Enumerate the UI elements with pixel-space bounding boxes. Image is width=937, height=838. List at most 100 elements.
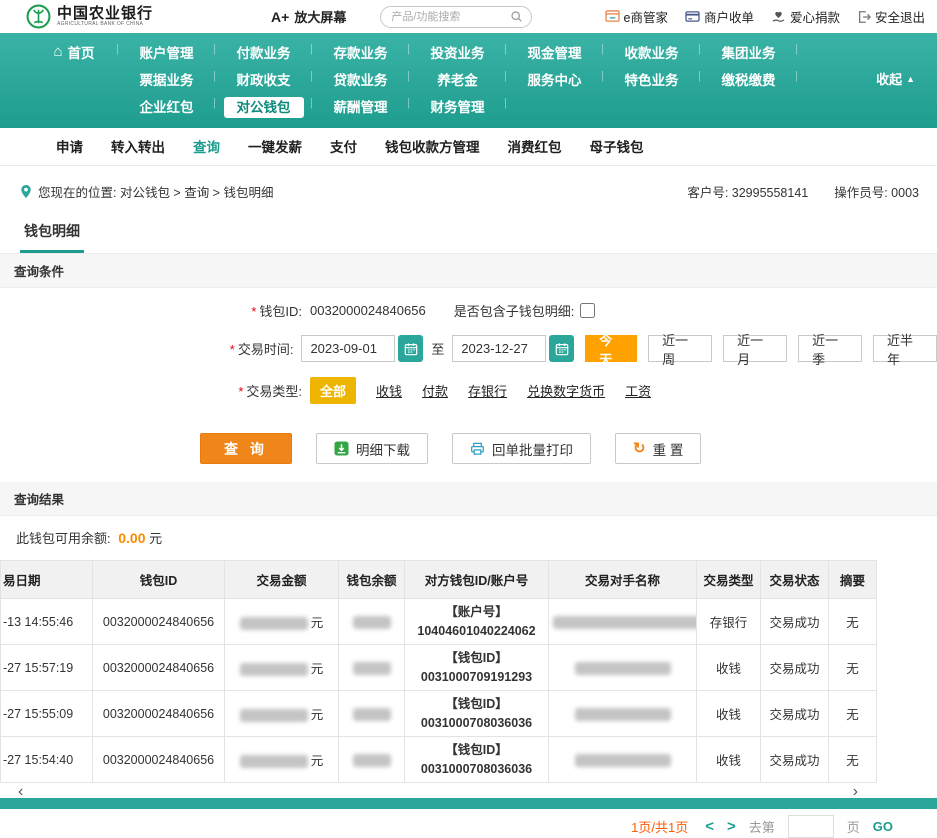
nav-item-deposit[interactable]: 存款业务 xyxy=(312,42,409,62)
nav-item-finance-mgmt[interactable]: 财务管理 xyxy=(409,96,506,116)
logout-link[interactable]: 安全退出 xyxy=(857,7,925,26)
quick-range-week[interactable]: 近一周 xyxy=(648,335,712,362)
col-wallet-balance: 钱包余额 xyxy=(339,561,405,599)
balance-unit: 元 xyxy=(149,531,162,546)
operator-number: 操作员号: 0003 xyxy=(834,182,919,201)
subnav-item-pay[interactable]: 支付 xyxy=(330,136,357,156)
nav-item-loans[interactable]: 贷款业务 xyxy=(312,69,409,89)
type-filter-deposit-bank[interactable]: 存银行 xyxy=(468,381,507,400)
quick-range-today[interactable]: 今天 xyxy=(585,335,637,362)
date-from-input[interactable] xyxy=(301,335,395,362)
type-filter-exchange-digital-currency[interactable]: 兑换数字货币 xyxy=(527,381,605,400)
bank-logo-icon xyxy=(26,4,51,29)
subnav-item-consume-red-packet[interactable]: 消费红包 xyxy=(508,136,562,156)
nav-item-investment[interactable]: 投资业务 xyxy=(409,42,506,62)
cell-type: 收钱 xyxy=(697,737,761,783)
chevron-up-icon: ▲ xyxy=(906,74,915,84)
nav-item-collection[interactable]: 收款业务 xyxy=(603,42,700,62)
type-filter-pay[interactable]: 付款 xyxy=(422,381,448,400)
nav-item-fiscal[interactable]: 财政收支 xyxy=(215,69,312,89)
merchant-acquiring-link[interactable]: 商户收单 xyxy=(685,7,754,26)
bank-logo: 中国农业银行 AGRICULTURAL BANK OF CHINA xyxy=(26,4,153,29)
nav-item-service-center[interactable]: 服务中心 xyxy=(506,69,603,89)
col-transaction-type: 交易类型 xyxy=(697,561,761,599)
merchant-acquiring-icon xyxy=(685,10,700,23)
quick-range-quarter[interactable]: 近一季 xyxy=(798,335,862,362)
donation-link[interactable]: 爱心捐款 xyxy=(771,7,840,26)
logout-label: 安全退出 xyxy=(875,7,925,26)
nav-item-group-business[interactable]: 集团业务 xyxy=(700,42,797,62)
download-icon xyxy=(334,441,349,456)
goto-page-label: 去第 xyxy=(749,817,775,836)
e-manager-link[interactable]: e商管家 xyxy=(605,7,668,26)
wallet-id-label-wrap: *钱包ID: xyxy=(0,301,302,320)
col-amount: 交易金额 xyxy=(225,561,339,599)
nav-item-red-packet[interactable]: 企业红包 xyxy=(118,96,215,116)
zoom-screen-button[interactable]: A+ 放大屏幕 xyxy=(271,7,346,26)
amount-unit: 元 xyxy=(311,662,324,676)
date-to-calendar-button[interactable] xyxy=(549,335,574,362)
nav-item-cash-mgmt[interactable]: 现金管理 xyxy=(506,42,603,62)
cell-summary: 无 xyxy=(829,691,877,737)
cell-amount: 元 xyxy=(225,737,339,783)
type-filter-salary[interactable]: 工资 xyxy=(625,381,651,400)
cell-counterparty-name xyxy=(549,645,697,691)
prev-page-button[interactable]: < xyxy=(705,818,714,835)
cell-amount: 元 xyxy=(225,645,339,691)
detail-download-button[interactable]: 明细下载 xyxy=(316,433,428,464)
type-filter-receive[interactable]: 收钱 xyxy=(376,381,402,400)
include-sub-wallet-checkbox[interactable] xyxy=(580,303,595,318)
search-icon[interactable] xyxy=(510,10,523,26)
nav-item-payment[interactable]: 付款业务 xyxy=(215,42,312,62)
reset-button[interactable]: ↻ 重 置 xyxy=(615,433,701,464)
col-counterparty-id: 对方钱包ID/账户号 xyxy=(405,561,549,599)
nav-item-special[interactable]: 特色业务 xyxy=(603,69,700,89)
home-icon: ⌂ xyxy=(53,44,62,59)
amount-unit: 元 xyxy=(311,616,324,630)
query-form: *钱包ID: 0032000024840656 是否包含子钱包明细: *交易时间… xyxy=(0,288,937,421)
quick-range-half-year[interactable]: 近半年 xyxy=(873,335,937,362)
page-info: 1页/共1页 xyxy=(631,817,688,836)
quick-range-month[interactable]: 近一月 xyxy=(723,335,787,362)
table-row: -27 15:54:40 0032000024840656 元 【钱包ID】00… xyxy=(1,737,877,783)
next-page-button[interactable]: > xyxy=(727,818,736,835)
go-button[interactable]: GO xyxy=(873,819,893,834)
subnav-item-query[interactable]: 查询 xyxy=(193,136,220,156)
nav-item-account-mgmt[interactable]: 账户管理 xyxy=(118,42,215,62)
nav-item-payroll[interactable]: 薪酬管理 xyxy=(312,96,409,116)
cell-status: 交易成功 xyxy=(761,737,829,783)
subnav-item-apply[interactable]: 申请 xyxy=(56,136,83,156)
query-button[interactable]: 查 询 xyxy=(200,433,292,464)
counterparty-id-number: 0031000708036036 xyxy=(409,760,544,779)
redacted-counterparty-name xyxy=(575,708,671,721)
nav-item-bills[interactable]: 票据业务 xyxy=(118,69,215,89)
type-filter-all[interactable]: 全部 xyxy=(310,377,356,404)
required-mark: * xyxy=(230,342,235,357)
cell-status: 交易成功 xyxy=(761,599,829,645)
subnav-item-one-click-payroll[interactable]: 一键发薪 xyxy=(248,136,302,156)
batch-print-receipts-button[interactable]: 回单批量打印 xyxy=(452,433,591,464)
calendar-icon xyxy=(404,342,418,356)
redacted-amount xyxy=(240,663,308,676)
include-sub-wallet-label: 是否包含子钱包明细: xyxy=(454,301,575,320)
top-quick-links: e商管家 商户收单 爱心捐款 安全退出 xyxy=(605,7,926,26)
subnav-item-payee-mgmt[interactable]: 钱包收款方管理 xyxy=(385,136,480,156)
cell-summary: 无 xyxy=(829,737,877,783)
subnav-item-parent-child-wallet[interactable]: 母子钱包 xyxy=(590,136,644,156)
cell-summary: 无 xyxy=(829,599,877,645)
counterparty-id-type: 【钱包ID】 xyxy=(409,649,544,668)
nav-item-tax[interactable]: 缴税缴费 xyxy=(700,69,797,89)
nav-item-pension[interactable]: 养老金 xyxy=(409,69,506,89)
nav-item-corporate-wallet[interactable]: 对公钱包 xyxy=(215,96,312,116)
tab-wallet-detail[interactable]: 钱包明细 xyxy=(20,221,84,253)
date-to-input[interactable] xyxy=(452,335,546,362)
col-counterparty-name: 交易对手名称 xyxy=(549,561,697,599)
transaction-type-label-wrap: *交易类型: xyxy=(0,381,302,400)
subnav-item-transfer[interactable]: 转入转出 xyxy=(111,136,165,156)
redacted-amount xyxy=(240,617,308,630)
bank-name-en: AGRICULTURAL BANK OF CHINA xyxy=(57,21,153,27)
nav-collapse-button[interactable]: 收起 ▲ xyxy=(876,69,915,88)
nav-item-home[interactable]: ⌂ 首页 xyxy=(30,42,118,62)
date-from-calendar-button[interactable] xyxy=(398,335,423,362)
page-number-input[interactable] xyxy=(788,815,834,838)
